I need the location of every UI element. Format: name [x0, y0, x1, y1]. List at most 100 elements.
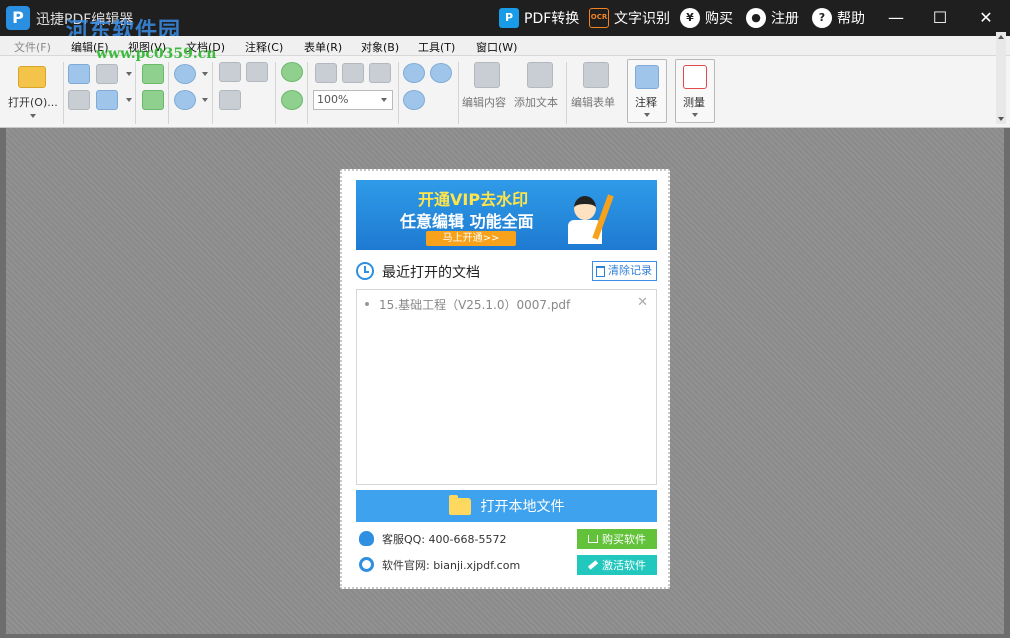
watermark-url: www.pc0359.cn: [96, 46, 217, 62]
add-text-icon[interactable]: [527, 62, 553, 88]
vip-subline: 任意编辑 功能全面: [400, 212, 534, 231]
maximize-button[interactable]: ☐: [928, 6, 952, 30]
fit-width-icon[interactable]: [369, 63, 391, 83]
email-icon[interactable]: [96, 90, 118, 110]
open-label[interactable]: 打开(O)...: [8, 94, 58, 110]
ocr-icon: OCR: [589, 8, 609, 28]
help-icon: ?: [812, 8, 832, 28]
pdf-convert-icon: P: [499, 8, 519, 28]
print-icon[interactable]: [68, 90, 90, 110]
help-button[interactable]: ? 帮助: [812, 8, 865, 28]
rotate-clockwise-icon[interactable]: [281, 62, 303, 82]
buy-button[interactable]: ¥ 购买: [680, 8, 733, 28]
annotate-label[interactable]: 注释: [635, 94, 657, 110]
toolbar-separator: [307, 62, 308, 124]
zoom-in-region-icon[interactable]: [403, 63, 425, 83]
scan-icon[interactable]: [96, 64, 118, 84]
recent-title: 最近打开的文档: [382, 265, 480, 281]
workspace-frame-bottom: [0, 634, 1010, 638]
ocr-button[interactable]: OCR 文字识别: [589, 8, 670, 28]
import-icon[interactable]: [142, 64, 164, 84]
activate-software-button[interactable]: 激活软件: [577, 555, 657, 575]
actual-size-icon[interactable]: [315, 63, 337, 83]
annotate-dropdown-icon[interactable]: [644, 113, 650, 117]
edit-form-label[interactable]: 编辑表单: [571, 94, 615, 110]
menu-form[interactable]: 表单(R): [304, 39, 342, 55]
register-button[interactable]: ● 注册: [746, 8, 799, 28]
toolbar-scrollbar[interactable]: [996, 32, 1006, 124]
buy-label: 购买: [705, 11, 733, 27]
support-qq-row: 客服QQ: 400-668-5572 购买软件: [356, 529, 657, 549]
select-text-icon[interactable]: [246, 62, 268, 82]
fit-page-icon[interactable]: [342, 63, 364, 83]
recent-file-name[interactable]: 15.基础工程（V25.1.0）0007.pdf: [379, 296, 570, 313]
edit-form-icon[interactable]: [583, 62, 609, 88]
redo-icon[interactable]: [174, 90, 196, 110]
trash-icon: [596, 265, 605, 277]
email-dropdown-icon[interactable]: [126, 98, 132, 102]
undo-icon[interactable]: [174, 64, 196, 84]
open-dropdown-icon[interactable]: [30, 114, 36, 118]
edit-content-label[interactable]: 编辑内容: [462, 94, 506, 110]
measure-dropdown-icon[interactable]: [692, 113, 698, 117]
annotate-icon[interactable]: [635, 65, 659, 89]
clear-history-label: 清除记录: [608, 264, 652, 277]
zoom-out-icon[interactable]: [430, 63, 452, 83]
toolbar-separator: [212, 62, 213, 124]
buy-software-label: 购买软件: [602, 533, 646, 546]
redo-dropdown-icon[interactable]: [202, 98, 208, 102]
edit-content-icon[interactable]: [474, 62, 500, 88]
ocr-label: 文字识别: [614, 11, 670, 27]
export-icon[interactable]: [142, 90, 164, 110]
vip-cta-button[interactable]: 马上开通>>: [426, 231, 516, 246]
menu-object[interactable]: 对象(B): [361, 39, 399, 55]
rotate-counterclockwise-icon[interactable]: [281, 90, 303, 110]
pdf-convert-button[interactable]: P PDF转换: [499, 8, 579, 28]
hand-tool-icon[interactable]: [219, 62, 241, 82]
zoom-dropdown-icon[interactable]: [381, 98, 387, 102]
support-qq-text: 客服QQ: 400-668-5572: [382, 533, 507, 546]
measure-label[interactable]: 测量: [683, 94, 705, 110]
snapshot-icon[interactable]: [219, 90, 241, 110]
remove-recent-icon[interactable]: ✕: [637, 295, 648, 310]
clock-icon: [356, 262, 374, 280]
undo-dropdown-icon[interactable]: [202, 72, 208, 76]
activate-software-label: 激活软件: [602, 559, 646, 572]
vip-mascot-icon: [562, 190, 614, 246]
scan-dropdown-icon[interactable]: [126, 72, 132, 76]
vip-banner[interactable]: 开通VIP去水印 任意编辑 功能全面 马上开通>>: [356, 180, 657, 250]
workspace-frame-right: [1004, 128, 1010, 638]
toolbar-scroll-down-icon[interactable]: [998, 117, 1004, 121]
menu-window[interactable]: 窗口(W): [476, 39, 517, 55]
toolbar-separator: [63, 62, 64, 124]
register-label: 注册: [771, 11, 799, 27]
toolbar-separator: [135, 62, 136, 124]
toolbar-separator: [275, 62, 276, 124]
close-button[interactable]: ✕: [974, 6, 998, 30]
help-label: 帮助: [837, 11, 865, 27]
zoom-select[interactable]: 100%: [313, 90, 393, 110]
menu-file[interactable]: 文件(F): [14, 39, 51, 55]
key-icon: [587, 560, 599, 570]
pencil-icon: [592, 194, 614, 240]
measure-icon[interactable]: [683, 65, 707, 89]
recent-file-item[interactable]: 15.基础工程（V25.1.0）0007.pdf ✕: [357, 294, 656, 314]
toolbar-separator: [398, 62, 399, 124]
menu-comment[interactable]: 注释(C): [245, 39, 283, 55]
website-row: 软件官网: bianji.xjpdf.com 激活软件: [356, 555, 657, 575]
add-text-label[interactable]: 添加文本: [514, 94, 558, 110]
minimize-button[interactable]: —: [884, 6, 908, 30]
open-local-file-button[interactable]: 打开本地文件: [356, 490, 657, 522]
open-folder-icon[interactable]: [18, 66, 46, 88]
menu-tools[interactable]: 工具(T): [418, 39, 455, 55]
mascot-head: [574, 196, 596, 220]
cart-icon: [588, 535, 598, 543]
zoom-in-icon[interactable]: [403, 90, 425, 110]
zoom-value: 100%: [317, 93, 349, 106]
buy-software-button[interactable]: 购买软件: [577, 529, 657, 549]
save-icon[interactable]: [68, 64, 90, 84]
bullet-icon: [365, 302, 369, 306]
toolbar-scroll-up-icon[interactable]: [998, 35, 1004, 39]
clear-history-button[interactable]: 清除记录: [592, 261, 657, 281]
website-text[interactable]: 软件官网: bianji.xjpdf.com: [382, 557, 520, 573]
